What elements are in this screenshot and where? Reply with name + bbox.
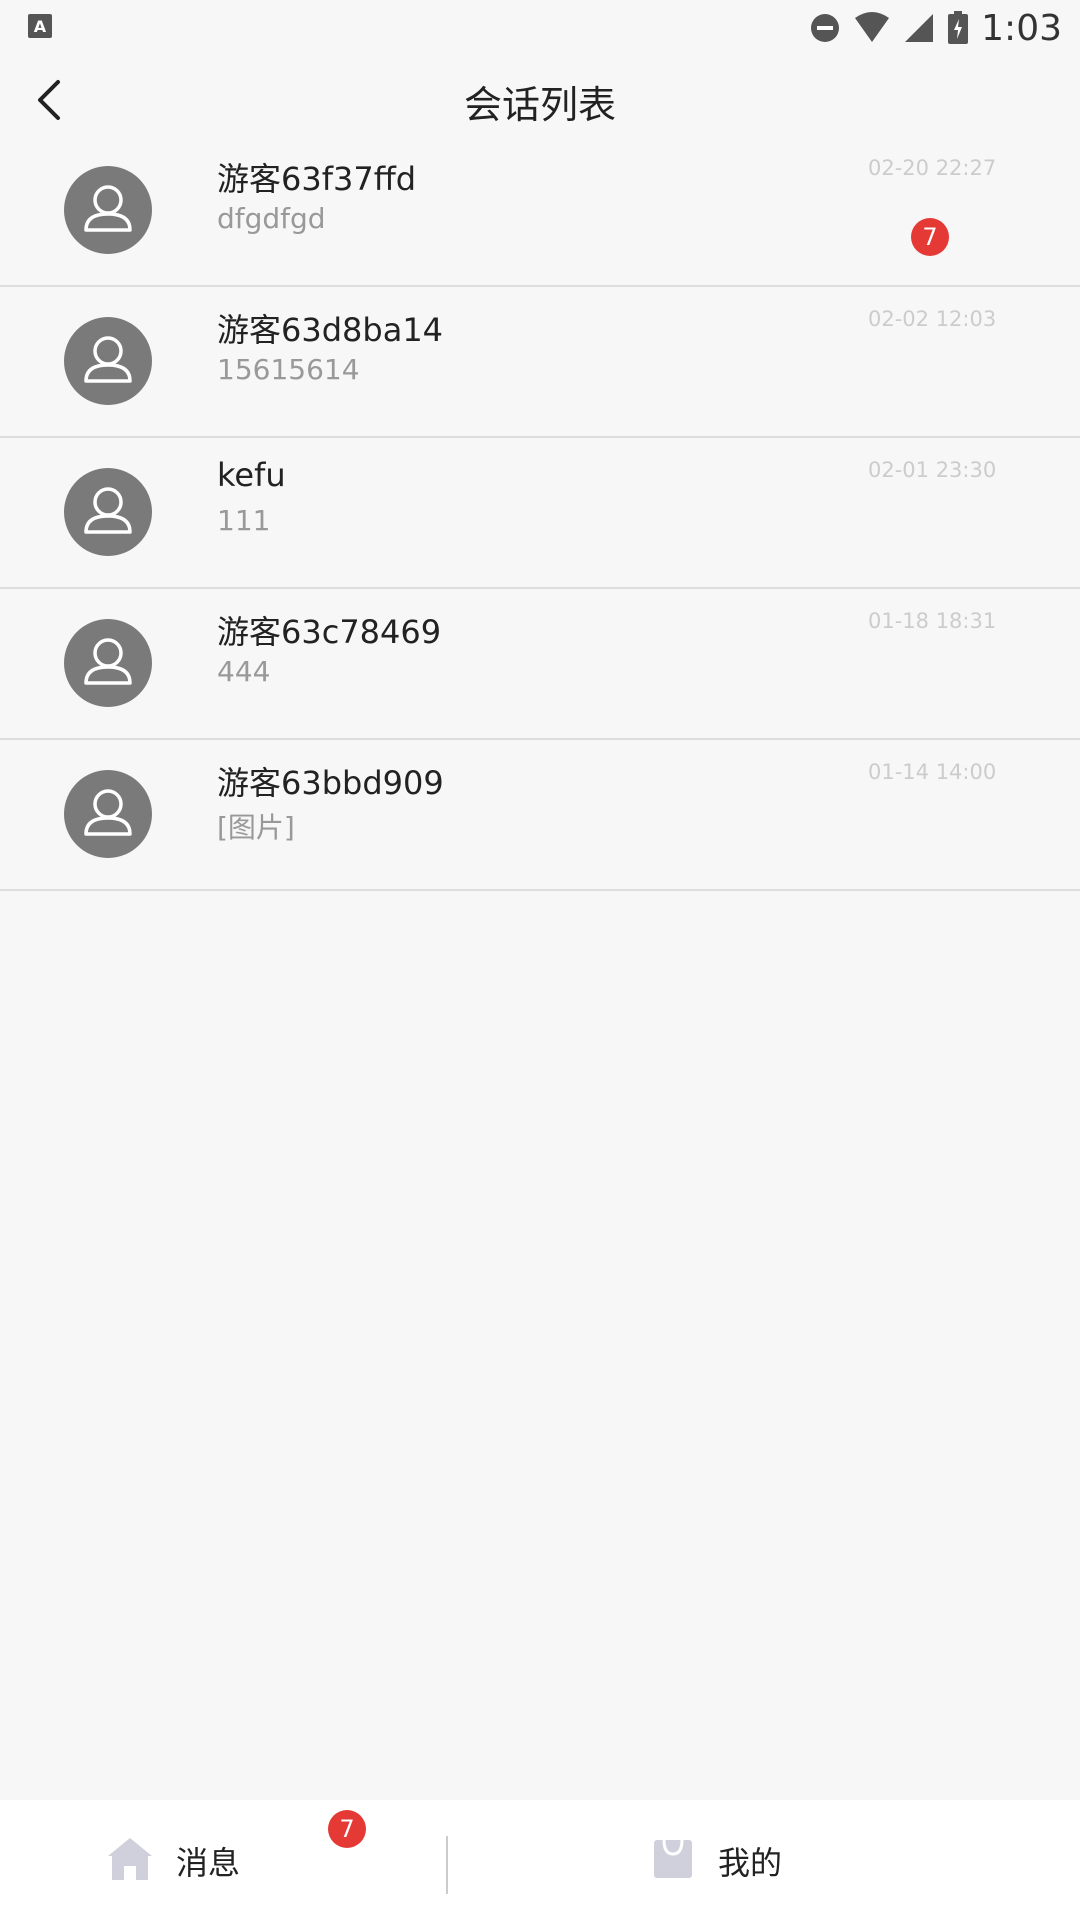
- conversation-last-message: [图片]: [217, 811, 295, 844]
- signal-icon: [905, 14, 934, 42]
- do-not-disturb-icon: [811, 14, 840, 42]
- conversation-name: 游客63c78469: [217, 613, 442, 651]
- conversation-name: 游客63f37ffd: [217, 160, 417, 198]
- conversation-name: 游客63d8ba14: [217, 311, 444, 349]
- conversation-list: 游客63f37ffd dfgdfgd 02-20 22:27 7 游客63d8b…: [0, 136, 1080, 891]
- nav-tab-mine-label: 我的: [718, 1844, 783, 1882]
- user-icon: [84, 185, 132, 232]
- user-icon: [84, 789, 132, 836]
- conversation-last-message: 111: [217, 504, 271, 537]
- conversation-time: 01-14 14:00: [868, 760, 997, 784]
- user-icon: [84, 487, 132, 534]
- conversation-time: 01-18 18:31: [868, 609, 997, 633]
- nav-unread-badge: 7: [328, 1810, 366, 1848]
- avatar: [64, 770, 152, 858]
- conversation-last-message: 15615614: [217, 353, 360, 386]
- app-icon-letter: A: [33, 16, 47, 36]
- conversation-item[interactable]: 游客63f37ffd dfgdfgd 02-20 22:27 7: [0, 136, 1080, 287]
- conversation-name: 游客63bbd909: [217, 764, 444, 802]
- status-time: 1:03: [981, 7, 1062, 49]
- avatar: [64, 468, 152, 556]
- nav-tab-mine[interactable]: 我的: [448, 1800, 1080, 1920]
- unread-badge: 7: [911, 218, 949, 256]
- conversation-item[interactable]: 游客63bbd909 [图片] 01-14 14:00: [0, 740, 1080, 891]
- conversation-time: 02-20 22:27: [868, 156, 997, 180]
- battery-charging-icon: [948, 11, 969, 44]
- home-icon: [108, 1838, 152, 1880]
- avatar: [64, 166, 152, 254]
- user-icon: [84, 336, 132, 383]
- conversation-time: 02-01 23:30: [868, 458, 997, 482]
- shopping-bag-icon: [654, 1839, 692, 1878]
- bottom-nav: 消息 7 我的: [0, 1800, 1080, 1920]
- page-title: 会话列表: [463, 83, 616, 127]
- wifi-icon: [855, 12, 890, 42]
- conversation-item[interactable]: 游客63d8ba14 15615614 02-02 12:03: [0, 287, 1080, 438]
- conversation-last-message: dfgdfgd: [217, 202, 326, 235]
- conversation-item[interactable]: kefu 111 02-01 23:30: [0, 438, 1080, 589]
- nav-tab-messages[interactable]: 消息 7: [0, 1800, 447, 1920]
- conversation-time: 02-02 12:03: [868, 307, 997, 331]
- conversation-last-message: 444: [217, 655, 271, 688]
- header: 会话列表: [0, 56, 1080, 146]
- nav-tab-messages-label: 消息: [176, 1844, 241, 1882]
- avatar: [64, 619, 152, 707]
- conversation-item[interactable]: 游客63c78469 444 01-18 18:31: [0, 589, 1080, 740]
- avatar: [64, 317, 152, 405]
- status-bar: A 1:03: [0, 0, 1080, 56]
- status-icons: 1:03: [809, 6, 1062, 50]
- user-icon: [84, 638, 132, 685]
- app-notification-icon: A: [28, 14, 52, 38]
- conversation-name: kefu: [217, 456, 286, 494]
